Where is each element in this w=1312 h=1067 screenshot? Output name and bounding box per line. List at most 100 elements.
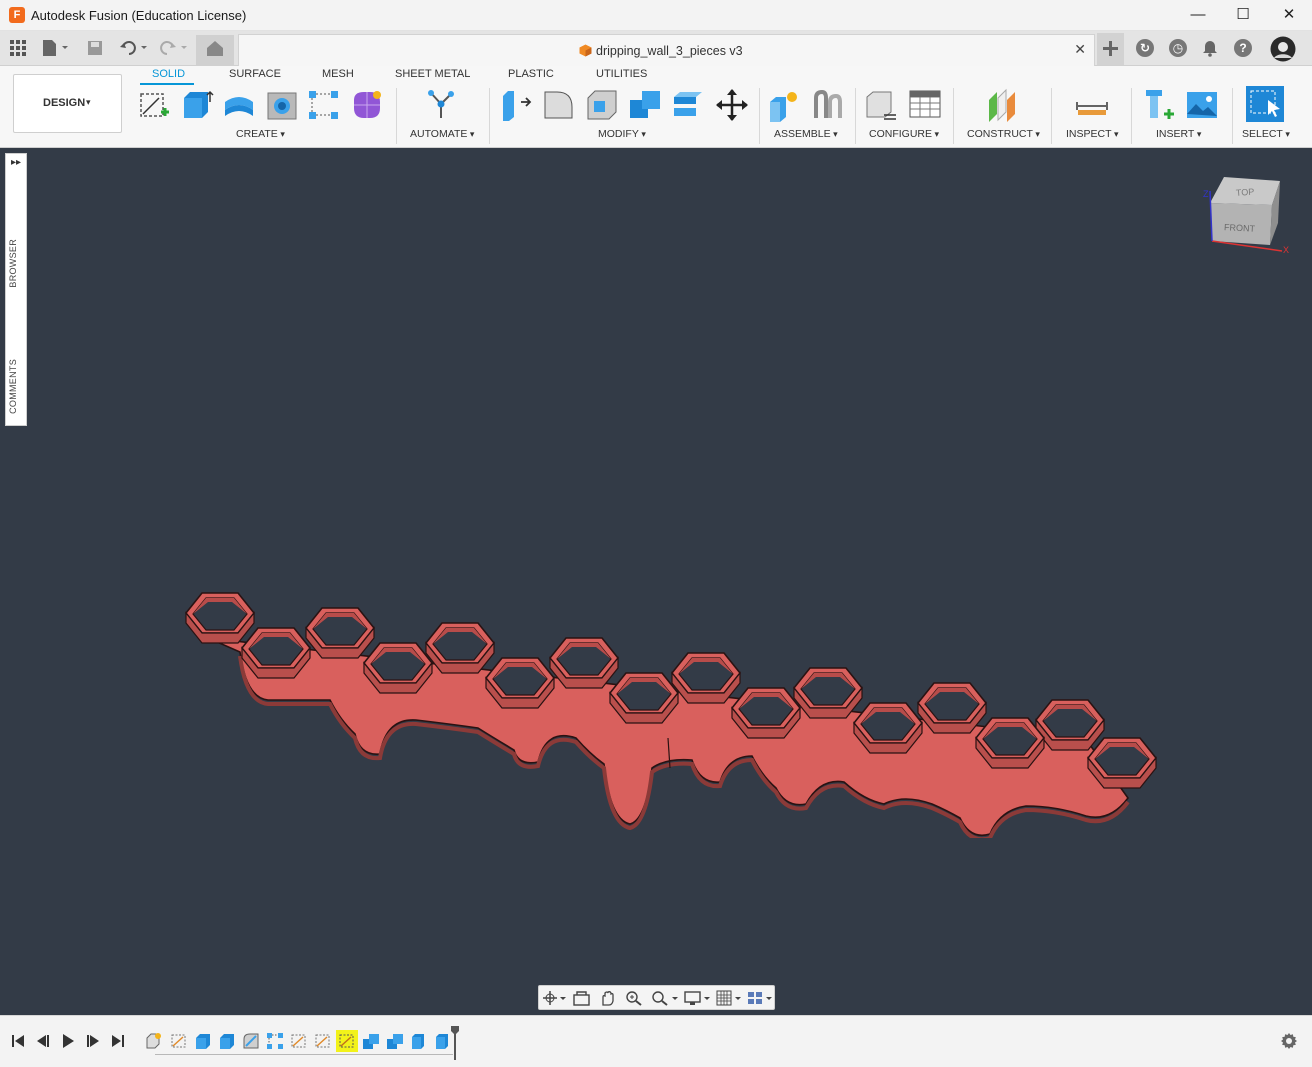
select-icon[interactable] [1246,86,1284,122]
close-window-button[interactable]: ✕ [1266,0,1312,31]
insert-mcmaster-icon[interactable] [1142,88,1176,122]
configure-table-icon[interactable] [908,88,942,122]
offset-plane-icon[interactable] [985,88,1019,122]
toolbar-ribbon: DESIGN ▾ SOLID SURFACE MESH SHEET METAL … [0,66,1312,148]
view-cube[interactable]: TOP FRONT X Z [1200,173,1295,263]
document-tab[interactable]: dripping_wall_3_pieces v3 ✕ [238,34,1095,66]
apps-grid-icon[interactable] [9,38,27,58]
component-icon [579,44,592,57]
timeline-combine-icon[interactable] [362,1032,380,1050]
maximize-button[interactable]: ☐ [1220,0,1266,31]
axis-x-label: X [1283,245,1289,255]
side-panel: ▸▸ BROWSER COMMENTS [5,153,27,426]
3d-viewport[interactable]: ▸▸ BROWSER COMMENTS TOP FRONT X Z [0,148,1312,1015]
minimize-button[interactable]: — [1175,0,1221,31]
shell-icon[interactable] [585,88,619,122]
new-tab-icon[interactable] [1102,40,1119,57]
timeline-marker[interactable] [451,1026,459,1060]
home-icon[interactable] [205,38,225,58]
viewports-icon[interactable] [747,990,775,1006]
save-icon[interactable] [86,38,104,58]
timeline-pattern-icon[interactable] [266,1032,284,1050]
timeline-sketch-icon[interactable] [170,1032,188,1050]
insert-menu[interactable]: INSERT [1156,128,1201,140]
go-to-end-icon[interactable] [110,1033,126,1049]
assemble-menu[interactable]: ASSEMBLE [774,128,838,140]
step-back-icon[interactable] [35,1033,51,1049]
tab-sheet-metal[interactable]: SHEET METAL [395,68,470,80]
model-dripping-wall[interactable] [180,438,1170,838]
history-icon[interactable]: ◷ [1169,39,1187,57]
window-title-bar: F Autodesk Fusion (Education License) — … [0,0,1312,31]
step-forward-icon[interactable] [85,1033,101,1049]
joint-icon[interactable] [810,88,844,122]
browser-panel-tab[interactable]: BROWSER [8,239,18,288]
close-tab-icon[interactable]: ✕ [1074,41,1086,58]
automate-icon[interactable] [424,88,458,122]
timeline-sketch-icon[interactable] [314,1032,332,1050]
viewcube-front-face[interactable]: FRONT [1224,222,1256,234]
job-status-icon[interactable]: ↻ [1136,39,1154,57]
tab-mesh[interactable]: MESH [322,68,354,80]
orbit-icon[interactable] [542,990,566,1006]
insert-image-icon[interactable] [1185,88,1219,122]
undo-icon[interactable] [118,38,150,58]
workspace-switcher[interactable]: DESIGN ▾ [13,74,122,133]
tab-plastic[interactable]: PLASTIC [508,68,554,80]
configure-menu[interactable]: CONFIGURE [869,128,939,140]
active-tab-indicator [140,83,194,85]
tab-utilities[interactable]: UTILITIES [596,68,647,80]
navigation-toolbar [538,985,775,1010]
timeline-sketch-selected-icon[interactable] [338,1032,356,1050]
file-icon[interactable] [40,38,70,58]
tab-surface[interactable]: SURFACE [229,68,281,80]
modify-menu[interactable]: MODIFY [598,128,646,140]
chevron-down-icon: ▾ [86,97,91,107]
timeline-component-icon[interactable] [145,1032,163,1050]
timeline-extrude-icon[interactable] [218,1032,236,1050]
inspect-menu[interactable]: INSPECT [1066,128,1119,140]
revolve-icon[interactable] [222,88,256,122]
create-sketch-icon[interactable] [137,88,171,122]
new-component-icon[interactable] [767,88,801,122]
pan-icon[interactable] [599,990,616,1006]
comments-panel-tab[interactable]: COMMENTS [8,359,18,414]
create-form-icon[interactable] [350,88,384,122]
measure-icon[interactable] [1075,88,1109,122]
create-menu[interactable]: CREATE [236,128,285,140]
tab-solid[interactable]: SOLID [152,68,185,80]
timeline-fillet-icon[interactable] [242,1032,260,1050]
hole-icon[interactable] [265,88,299,122]
axis-z-label: Z [1203,189,1209,199]
timeline-combine-icon[interactable] [386,1032,404,1050]
gear-icon[interactable] [1280,1032,1298,1050]
look-at-icon[interactable] [573,990,590,1006]
play-icon[interactable] [60,1033,76,1049]
go-to-start-icon[interactable] [10,1033,26,1049]
timeline-extrude-icon[interactable] [194,1032,212,1050]
viewcube-top-face[interactable]: TOP [1236,187,1255,198]
timeline-press-pull-icon[interactable] [434,1032,452,1050]
fit-icon[interactable] [650,990,680,1006]
help-icon[interactable]: ? [1234,39,1252,57]
pattern-icon[interactable] [307,88,341,122]
offset-face-icon[interactable] [671,88,705,122]
combine-icon[interactable] [628,88,662,122]
timeline-sketch-icon[interactable] [290,1032,308,1050]
press-pull-icon[interactable] [499,88,533,122]
change-parameters-icon[interactable] [864,88,898,122]
automate-menu[interactable]: AUTOMATE [410,128,474,140]
zoom-icon[interactable] [625,990,642,1006]
construct-menu[interactable]: CONSTRUCT [967,128,1040,140]
timeline-press-pull-icon[interactable] [410,1032,428,1050]
user-avatar[interactable] [1270,36,1296,62]
display-settings-icon[interactable] [684,990,712,1006]
grid-settings-icon[interactable] [716,990,744,1006]
expand-panel-icon[interactable]: ▸▸ [11,157,21,168]
select-menu[interactable]: SELECT [1242,128,1290,140]
fillet-icon[interactable] [542,88,576,122]
redo-icon[interactable] [158,38,190,58]
extrude-icon[interactable] [180,88,214,122]
notifications-icon[interactable] [1201,39,1219,57]
move-copy-icon[interactable] [715,88,749,122]
